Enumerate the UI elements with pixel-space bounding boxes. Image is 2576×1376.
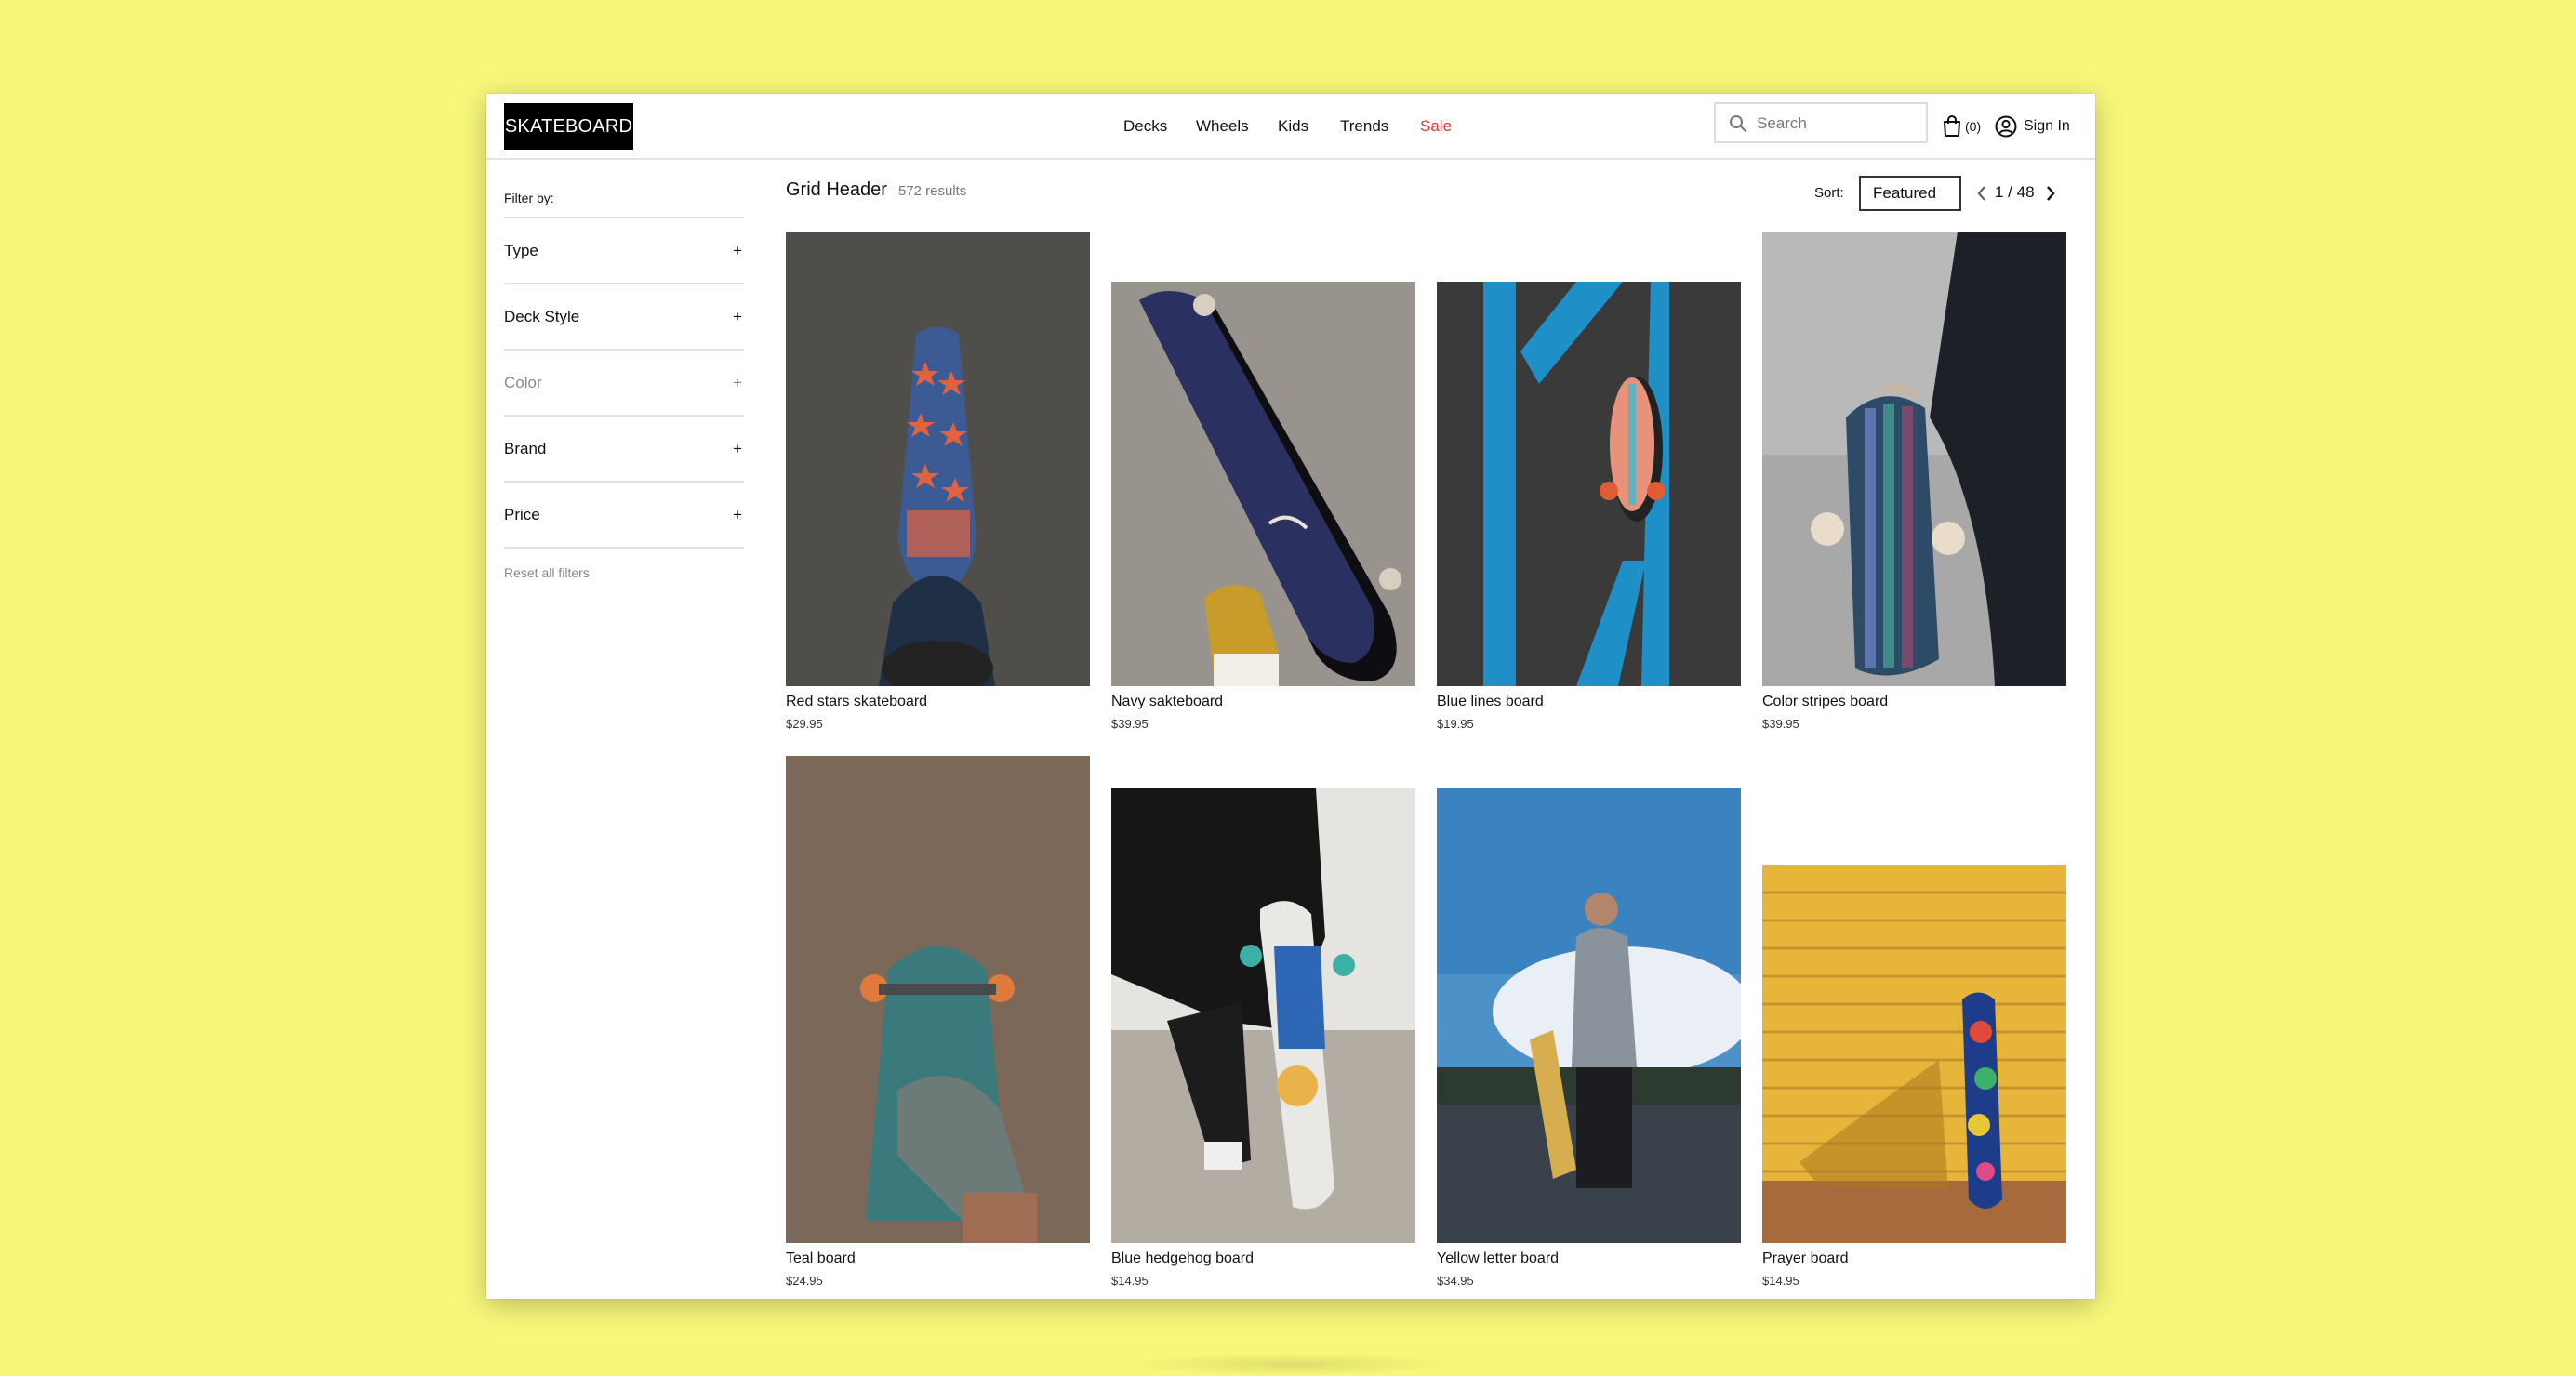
product-image[interactable] xyxy=(1437,282,1741,686)
filter-label: Color xyxy=(504,373,542,391)
chevron-right-icon[interactable] xyxy=(2043,183,2058,204)
filter-deck-style[interactable]: Deck Style + xyxy=(504,284,744,351)
filter-color[interactable]: Color + xyxy=(504,351,744,417)
window-shadow xyxy=(1125,1353,1460,1376)
nav-sale[interactable]: Sale xyxy=(1420,117,1452,136)
product-image[interactable] xyxy=(1111,788,1415,1243)
pagination-indicator: 1 / 48 xyxy=(1995,183,2035,201)
search-icon xyxy=(1730,115,1746,132)
plus-icon[interactable]: + xyxy=(733,506,742,524)
product-price: $14.95 xyxy=(1762,1274,1799,1288)
product-name[interactable]: Blue lines board xyxy=(1437,694,1544,710)
product-price: $39.95 xyxy=(1111,717,1149,731)
product-name[interactable]: Color stripes board xyxy=(1762,694,1888,710)
search-input[interactable] xyxy=(1757,113,1919,134)
nav-trends[interactable]: Trends xyxy=(1340,117,1388,136)
browser-window: SKATEBOARD Decks Wheels Kids Trends Sale… xyxy=(486,94,2095,1299)
sign-in-label: Sign In xyxy=(2024,118,2070,134)
filter-label: Brand xyxy=(504,439,547,457)
product-name[interactable]: Yellow letter board xyxy=(1437,1250,1559,1267)
product-price: $39.95 xyxy=(1762,717,1799,731)
filter-sidebar: Filter by: Type + Deck Style + Color + B… xyxy=(504,191,744,580)
product-price: $24.95 xyxy=(786,1274,823,1288)
filter-label: Type xyxy=(504,241,538,259)
cart-count: (0) xyxy=(1965,119,1982,134)
cart-button[interactable]: (0) xyxy=(1942,112,1981,140)
search-box[interactable] xyxy=(1714,102,1928,143)
product-price: $29.95 xyxy=(786,717,823,731)
product-image[interactable] xyxy=(786,756,1090,1243)
sort-select[interactable]: Featured xyxy=(1859,176,1961,211)
filter-brand[interactable]: Brand + xyxy=(504,417,744,483)
user-icon xyxy=(1995,115,2017,138)
filter-label: Deck Style xyxy=(504,307,580,325)
plus-icon[interactable]: + xyxy=(733,308,742,326)
product-image[interactable] xyxy=(1111,282,1415,686)
product-price: $34.95 xyxy=(1437,1274,1474,1288)
shopping-bag-icon xyxy=(1944,115,1960,137)
nav-decks[interactable]: Decks xyxy=(1123,117,1167,136)
product-name[interactable]: Blue hedgehog board xyxy=(1111,1250,1254,1267)
grid-header: Grid Header 572 results xyxy=(786,179,966,211)
teal-board-image xyxy=(786,756,1090,1243)
product-name[interactable]: Red stars skateboard xyxy=(786,694,927,710)
product-price: $19.95 xyxy=(1437,717,1474,731)
product-image[interactable] xyxy=(1437,788,1741,1243)
prayer-board-image xyxy=(1762,865,2066,1243)
filter-type[interactable]: Type + xyxy=(504,218,744,284)
results-count: 572 results xyxy=(897,183,967,199)
logo[interactable]: SKATEBOARD xyxy=(504,103,633,150)
product-name[interactable]: Navy sakteboard xyxy=(1111,694,1223,710)
nav-kids[interactable]: Kids xyxy=(1278,117,1308,136)
plus-icon[interactable]: + xyxy=(733,440,742,458)
sort-label: Sort: xyxy=(1814,185,1844,201)
nav-wheels[interactable]: Wheels xyxy=(1196,117,1249,136)
product-image[interactable] xyxy=(786,232,1090,686)
navy-skateboard-image xyxy=(1111,282,1415,686)
product-name[interactable]: Teal board xyxy=(786,1250,856,1267)
blue-lines-board-image xyxy=(1437,282,1741,686)
yellow-letter-board-image xyxy=(1437,788,1741,1243)
top-navigation-bar: SKATEBOARD Decks Wheels Kids Trends Sale… xyxy=(486,94,2095,160)
product-name[interactable]: Prayer board xyxy=(1762,1250,1849,1267)
red-stars-skateboard-image xyxy=(786,232,1090,686)
plus-icon[interactable]: + xyxy=(733,242,742,260)
filter-price[interactable]: Price + xyxy=(504,483,744,549)
filter-label: Price xyxy=(504,505,540,523)
sign-in-button[interactable]: Sign In xyxy=(1995,112,2070,140)
chevron-left-icon[interactable] xyxy=(1974,183,1989,204)
reset-filters-link[interactable]: Reset all filters xyxy=(504,565,744,580)
product-image[interactable] xyxy=(1762,865,2066,1243)
product-price: $14.95 xyxy=(1111,1274,1149,1288)
filter-title: Filter by: xyxy=(504,191,744,218)
grid-title: Grid Header xyxy=(786,179,887,200)
plus-icon[interactable]: + xyxy=(733,374,742,392)
product-image[interactable] xyxy=(1762,232,2066,686)
color-stripes-board-image xyxy=(1762,232,2066,686)
blue-hedgehog-board-image xyxy=(1111,788,1415,1243)
